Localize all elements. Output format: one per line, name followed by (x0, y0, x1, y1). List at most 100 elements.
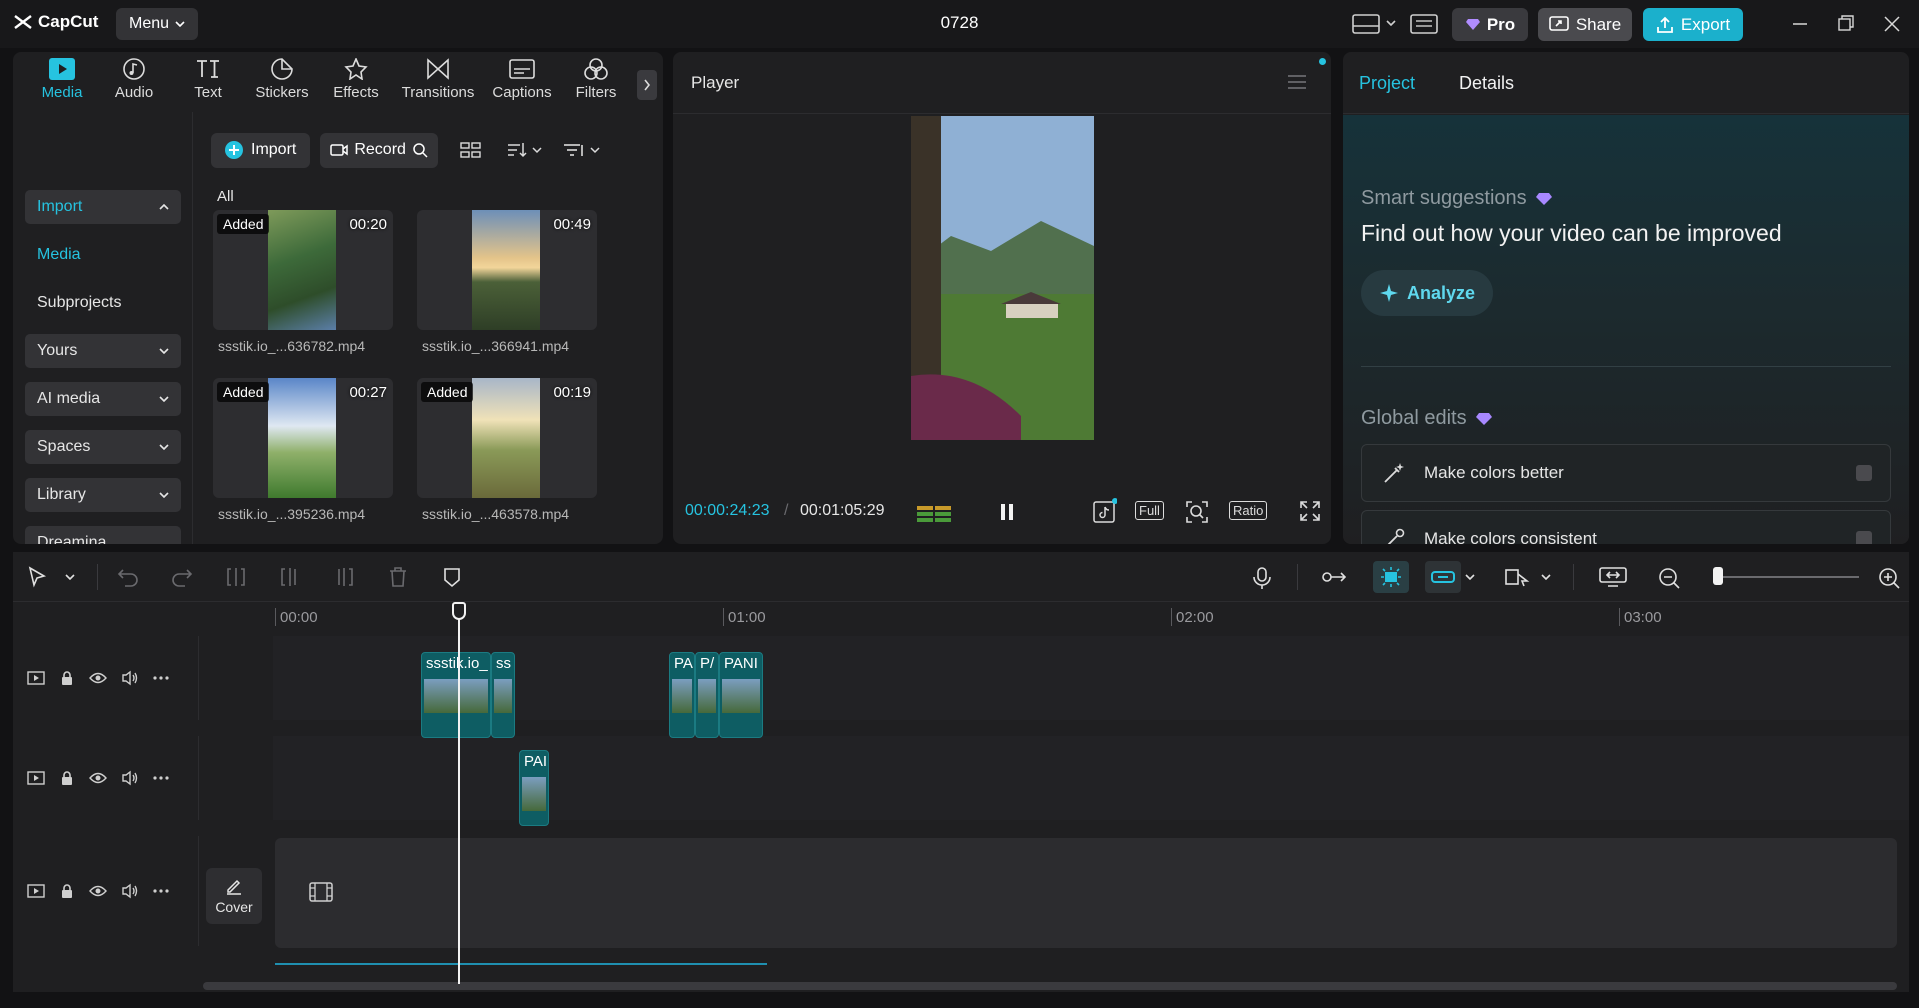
undo-icon[interactable] (117, 566, 139, 588)
chevron-down-icon[interactable] (1541, 574, 1551, 580)
auto-snap-toggle[interactable] (1373, 561, 1409, 593)
media-item[interactable]: Added 00:19 (417, 378, 597, 498)
layout-chevron-icon[interactable] (1386, 20, 1396, 26)
zoom-slider-handle[interactable] (1713, 567, 1723, 585)
more-icon[interactable] (153, 676, 169, 680)
volume-icon[interactable] (121, 670, 139, 686)
analyze-button[interactable]: Analyze (1361, 270, 1494, 316)
tab-stickers[interactable]: Stickers (247, 58, 317, 101)
tab-captions[interactable]: Captions (487, 58, 557, 101)
full-quality-button[interactable]: Full (1135, 501, 1164, 520)
global-edit-colors-better[interactable]: Make colors better (1361, 444, 1891, 502)
media-duration: 00:19 (553, 384, 591, 401)
playhead-handle[interactable] (452, 602, 466, 620)
global-edit-checkbox[interactable] (1856, 531, 1872, 544)
timeline-clip[interactable]: PA (669, 652, 695, 738)
media-item[interactable]: Added 00:20 (213, 210, 393, 330)
share-button[interactable]: Share (1538, 8, 1632, 41)
minimize-icon[interactable] (1788, 12, 1812, 36)
chevron-down-icon[interactable] (1465, 574, 1475, 580)
import-button[interactable]: Import (211, 132, 311, 168)
tiktok-icon[interactable] (1093, 498, 1117, 524)
player-menu-icon[interactable] (1287, 74, 1307, 90)
sidebar-item-import[interactable]: Import (25, 190, 181, 224)
tab-project[interactable]: Project (1359, 73, 1415, 94)
delete-icon[interactable] (387, 566, 409, 588)
timeline-clip[interactable]: PAI (519, 750, 549, 826)
export-button[interactable]: Export (1643, 8, 1743, 41)
sidebar-item-media[interactable]: Media (25, 238, 181, 272)
tab-effects[interactable]: Effects (321, 58, 391, 101)
playhead-line[interactable] (458, 604, 460, 984)
tab-media[interactable]: Media (27, 58, 97, 101)
lock-icon[interactable] (59, 770, 75, 786)
timeline-clip[interactable]: ss (491, 652, 515, 738)
search-icon[interactable] (412, 142, 428, 158)
sidebar-item-spaces[interactable]: Spaces (25, 430, 181, 464)
sidebar-item-subprojects[interactable]: Subprojects (25, 286, 181, 320)
lock-icon[interactable] (59, 883, 75, 899)
tab-text[interactable]: Text (173, 58, 243, 101)
ratio-button[interactable]: Ratio (1229, 501, 1268, 520)
layout-icon[interactable] (1352, 14, 1380, 34)
video-track-icon[interactable] (27, 770, 45, 786)
record-button[interactable]: Record (320, 132, 438, 168)
shortcuts-icon[interactable] (1410, 14, 1438, 34)
timeline-clip[interactable]: ssstik.io_ (421, 652, 491, 738)
marker-icon[interactable] (441, 566, 463, 588)
more-icon[interactable] (153, 776, 169, 780)
main-track-lane[interactable] (275, 838, 1897, 948)
tab-transitions[interactable]: Transitions (402, 58, 474, 101)
eye-icon[interactable] (89, 771, 107, 785)
trim-right-icon[interactable] (333, 566, 355, 588)
grid-view-icon[interactable] (460, 141, 482, 159)
linkage-toggle[interactable] (1425, 561, 1461, 593)
eye-icon[interactable] (89, 671, 107, 685)
volume-icon[interactable] (121, 770, 139, 786)
split-icon[interactable] (225, 566, 247, 588)
media-item[interactable]: Added 00:27 (213, 378, 393, 498)
video-track-icon[interactable] (27, 883, 45, 899)
sidebar-item-dreamina[interactable]: Dreamina (25, 526, 181, 544)
pause-icon[interactable] (999, 502, 1015, 522)
share-label: Share (1575, 14, 1622, 34)
tabs-next-button[interactable] (637, 70, 657, 100)
timeline-clip[interactable]: PANI (719, 652, 763, 738)
fit-timeline-icon[interactable] (1599, 566, 1627, 588)
player-preview[interactable] (911, 116, 1094, 440)
global-edit-checkbox[interactable] (1856, 465, 1872, 481)
pro-button[interactable]: Pro (1452, 8, 1528, 41)
eye-icon[interactable] (89, 884, 107, 898)
zoom-out-icon[interactable] (1657, 566, 1681, 590)
sidebar-item-ai-media[interactable]: AI media (25, 382, 181, 416)
sidebar-item-yours[interactable]: Yours (25, 334, 181, 368)
sort-icon[interactable] (506, 141, 542, 159)
media-filter-all[interactable]: All (217, 188, 234, 205)
tab-audio[interactable]: Audio (99, 58, 169, 101)
chevron-down-icon[interactable] (65, 574, 75, 580)
link-clips-icon[interactable] (1321, 566, 1349, 588)
close-icon[interactable] (1880, 12, 1904, 36)
global-edit-colors-consistent[interactable]: Make colors consistent (1361, 510, 1891, 544)
restore-icon[interactable] (1834, 12, 1858, 36)
volume-icon[interactable] (121, 883, 139, 899)
media-item[interactable]: 00:49 (417, 210, 597, 330)
zoom-in-icon[interactable] (1877, 566, 1901, 590)
select-cursor-icon[interactable] (27, 566, 49, 588)
zoom-preview-icon[interactable] (1185, 500, 1209, 524)
zoom-slider-track[interactable] (1719, 576, 1859, 578)
trim-left-icon[interactable] (279, 566, 301, 588)
lock-icon[interactable] (59, 670, 75, 686)
more-icon[interactable] (153, 889, 169, 893)
tab-details[interactable]: Details (1459, 73, 1514, 94)
timeline-clip[interactable]: P/ (695, 652, 719, 738)
sidebar-item-library[interactable]: Library (25, 478, 181, 512)
microphone-icon[interactable] (1251, 566, 1273, 590)
redo-icon[interactable] (171, 566, 193, 588)
tab-filters[interactable]: Filters (561, 58, 631, 101)
video-track-icon[interactable] (27, 670, 45, 686)
cover-button[interactable]: Cover (206, 868, 262, 924)
preview-axis-icon[interactable] (1505, 566, 1531, 588)
filter-icon[interactable] (562, 141, 600, 159)
fullscreen-icon[interactable] (1299, 500, 1321, 522)
